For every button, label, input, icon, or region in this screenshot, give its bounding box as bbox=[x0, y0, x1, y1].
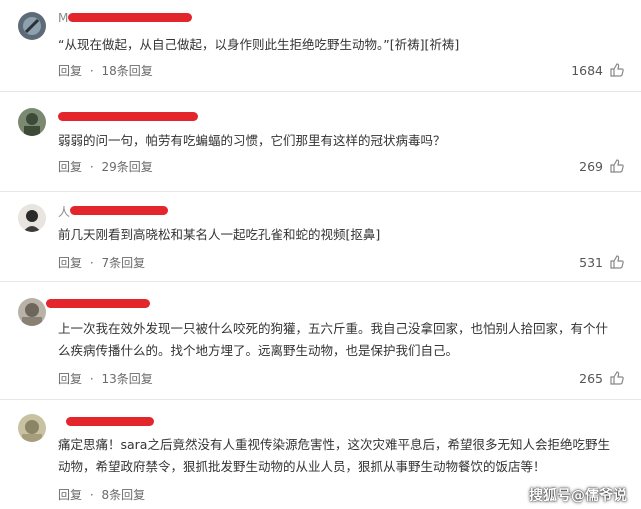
like-count: 531 bbox=[579, 254, 603, 270]
avatar[interactable] bbox=[18, 298, 46, 326]
username-redaction bbox=[70, 206, 168, 215]
watermark: 搜狐号@儒爷说 bbox=[529, 488, 627, 504]
meta-separator: · bbox=[89, 160, 94, 174]
thumbs-up-icon[interactable] bbox=[609, 158, 625, 174]
reply-button[interactable]: 回复 bbox=[58, 256, 82, 270]
comment-meta: 回复 · 13条回复 bbox=[58, 370, 153, 387]
avatar-image bbox=[18, 298, 46, 326]
meta-separator: · bbox=[89, 488, 94, 502]
comment-item: 人 前几天刚看到高晓松和某名人一起吃孔雀和蛇的视频[抠鼻] 回复 · 7条回复 … bbox=[0, 192, 641, 282]
like-area: 531 bbox=[579, 254, 625, 270]
thumbs-up-icon[interactable] bbox=[609, 62, 625, 78]
like-count: 269 bbox=[579, 158, 603, 174]
thumbs-up-icon[interactable] bbox=[609, 370, 625, 386]
comment-text: “从现在做起，从自己做起，以身作则此生拒绝吃野生动物。”[祈祷][祈祷] bbox=[58, 37, 460, 52]
avatar-image bbox=[18, 12, 46, 40]
comment-meta: 回复 · 18条回复 bbox=[58, 62, 153, 79]
comment-text: 痛定思痛！sara之后竟然没有人重视传染源危害性，这次灾难平息后，希望很多无知人… bbox=[58, 437, 610, 474]
username[interactable]: M bbox=[58, 12, 68, 24]
reply-button[interactable]: 回复 bbox=[58, 488, 82, 502]
avatar[interactable] bbox=[18, 204, 46, 232]
comment-text: 前几天刚看到高晓松和某名人一起吃孔雀和蛇的视频[抠鼻] bbox=[58, 227, 381, 242]
comment-item: 弱弱的问一句，帕劳有吃蝙蝠的习惯，它们那里有这样的冠状病毒吗？ 回复 · 29条… bbox=[0, 92, 641, 192]
meta-separator: · bbox=[89, 256, 94, 270]
avatar-image bbox=[18, 414, 46, 442]
like-area: 265 bbox=[579, 370, 625, 386]
comment-text: 弱弱的问一句，帕劳有吃蝙蝠的习惯，它们那里有这样的冠状病毒吗？ bbox=[58, 133, 446, 148]
username-redaction bbox=[66, 417, 154, 426]
comment-text: 上一次我在效外发现一只被什么咬死的狗獾，五六斤重。我自己没拿回家，也怕别人拾回家… bbox=[58, 321, 609, 358]
thumbs-up-icon[interactable] bbox=[609, 254, 625, 270]
avatar[interactable] bbox=[18, 12, 46, 40]
like-area: 1684 bbox=[571, 62, 625, 78]
meta-separator: · bbox=[89, 64, 94, 78]
comment-meta: 回复 · 29条回复 bbox=[58, 158, 153, 175]
replies-count-link[interactable]: 29条回复 bbox=[102, 160, 153, 174]
comment-meta: 回复 · 7条回复 bbox=[58, 254, 145, 271]
reply-button[interactable]: 回复 bbox=[58, 160, 82, 174]
like-count: 1684 bbox=[571, 62, 603, 78]
reply-button[interactable]: 回复 bbox=[58, 64, 82, 78]
reply-button[interactable]: 回复 bbox=[58, 372, 82, 386]
meta-separator: · bbox=[89, 372, 94, 386]
username-redaction bbox=[68, 13, 192, 22]
avatar[interactable] bbox=[18, 414, 46, 442]
like-count: 265 bbox=[579, 370, 603, 386]
username[interactable]: 人 bbox=[58, 206, 70, 218]
replies-count-link[interactable]: 7条回复 bbox=[102, 256, 146, 270]
avatar-image bbox=[18, 204, 46, 232]
comment-item: M “从现在做起，从自己做起，以身作则此生拒绝吃野生动物。”[祈祷][祈祷] 回… bbox=[0, 0, 641, 92]
username-redaction bbox=[58, 112, 198, 121]
replies-count-link[interactable]: 8条回复 bbox=[102, 488, 146, 502]
replies-count-link[interactable]: 13条回复 bbox=[102, 372, 153, 386]
comment-meta: 回复 · 8条回复 bbox=[58, 486, 145, 503]
avatar-image bbox=[18, 108, 46, 136]
avatar[interactable] bbox=[18, 108, 46, 136]
comment-item: 上一次我在效外发现一只被什么咬死的狗獾，五六斤重。我自己没拿回家，也怕别人拾回家… bbox=[0, 282, 641, 400]
like-area: 269 bbox=[579, 158, 625, 174]
username-redaction bbox=[46, 299, 150, 308]
replies-count-link[interactable]: 18条回复 bbox=[102, 64, 153, 78]
